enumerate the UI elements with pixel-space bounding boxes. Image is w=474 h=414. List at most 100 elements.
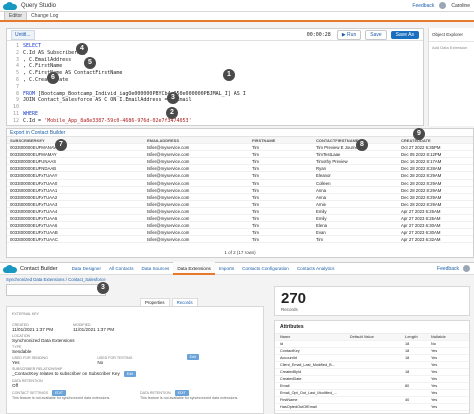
cb-feedback-link[interactable]: Feedback (437, 266, 459, 272)
column-header[interactable]: EMAILADDRESS (144, 137, 249, 143)
table-cell: tsfier@myservice.com (147, 230, 190, 236)
table-row[interactable]: 0033t00000EUFxTUAAY tsfier@myservice.com T… (7, 172, 473, 180)
attribute-column-header[interactable]: Nullable (431, 334, 469, 340)
attribute-row[interactable]: Client_Email_Last_Modified_B... Yes (275, 362, 469, 369)
annotation-badge: 1 (223, 69, 235, 81)
attribute-cell: Email (280, 384, 290, 388)
sql-keyword: WHERE (23, 110, 39, 117)
table-row[interactable]: 0033t00000EUFxTUAA1 tsfier@myservice.com T… (7, 187, 473, 194)
sql-editor[interactable]: 1 SELECT 2 C.Id AS SubscriberKey 3, C.EmailA… (7, 41, 423, 127)
nav-tab-contacts-analytics[interactable]: Contacts Analytics (293, 262, 339, 275)
attribute-row[interactable]: CreatedById 18 Yes (275, 369, 469, 376)
location-value: Synchronized Data Extensions (12, 338, 75, 343)
table-row[interactable]: 0033t00000EUFMAMAY tsfier@myservice.com Ti… (7, 151, 473, 159)
table-row[interactable]: 0033t00000EUFxTUAA4 tsfier@myservice.com T… (7, 208, 473, 216)
data-retention-note: This feature is not available for synchr… (140, 396, 239, 400)
table-cell: Emily (316, 216, 327, 222)
save-button[interactable]: Save (365, 29, 387, 40)
attribute-column-header[interactable]: Default Value (350, 334, 405, 340)
table-cell: tsfier@myservice.com (147, 180, 190, 186)
tab-editor[interactable]: Editor (4, 11, 28, 20)
table-row[interactable]: 0033t00000EUFxTUAAB tsfier@myservice.com T… (7, 229, 473, 237)
column-header[interactable]: FIRSTNAME (249, 137, 313, 143)
attribute-cell (405, 404, 431, 410)
breadcrumb[interactable]: Synchronized Data Extensions / Contact_S… (6, 277, 106, 282)
table-row[interactable]: 0033t00000EUFxTUAA0 tsfier@myservice.com T… (7, 180, 473, 187)
nav-tab-all-contacts[interactable]: All Contacts (105, 262, 138, 275)
attribute-cell (350, 369, 405, 375)
attribute-cell (350, 383, 405, 389)
relationship-edit-button[interactable]: Edit (123, 371, 136, 377)
add-data-extension-link[interactable]: Add Data Extension (429, 42, 474, 53)
table-cell: Anna (316, 187, 327, 193)
sql-keyword: FROM (23, 90, 36, 97)
table-row[interactable]: 0033t00000EUFxTUAA3 tsfier@myservice.com T… (7, 201, 473, 208)
table-cell: Dec 05 2022 8:12PM (401, 152, 442, 158)
contact-settings-note: This feature is not available for synchr… (12, 396, 111, 400)
attribute-row[interactable]: Email 80 Yes (275, 383, 469, 390)
attribute-row[interactable]: Id 18 No (275, 341, 469, 348)
table-row[interactable]: 0033t00000EUFxTUAA5 tsfier@myservice.com T… (7, 215, 473, 223)
table-cell: tsfier@myservice.com (147, 152, 190, 158)
table-cell: 0033t00000EUFxTUAA6 (10, 223, 58, 229)
attribute-row[interactable]: FirstName 40 Yes (275, 397, 469, 404)
annotation-badge: 3 (167, 92, 179, 104)
export-link[interactable]: Export in Contact Builder (7, 129, 473, 137)
line-number: 4 (15, 63, 19, 70)
contact-builder-title: Contact Builder (20, 265, 58, 272)
usage-row: Used for Sending Yes Used for Testing No… (12, 354, 258, 365)
user-name[interactable]: Caroline (451, 3, 470, 9)
attribute-column-header[interactable]: Name (275, 334, 350, 340)
cb-avatar[interactable] (463, 265, 470, 272)
table-row[interactable]: 0033t00000EUFNDAAB tsfier@myservice.com Ti… (7, 165, 473, 173)
line-number: 5 (15, 70, 19, 77)
attribute-cell: CreatedDate (280, 377, 302, 381)
tab-change-log[interactable]: Change Log (27, 12, 62, 20)
attribute-row[interactable]: Email_Opt_Out_Last_Modified_... Yes (275, 390, 469, 397)
table-row[interactable]: 0033t00000EUFxTUAAC tsfier@myservice.com T… (7, 236, 473, 244)
code-line: 5 , C.FirstName AS ContactFirstName (7, 70, 423, 77)
run-label: Run (347, 31, 357, 38)
annotation-badge: 8 (356, 139, 368, 151)
column-header[interactable]: CREATEDDATE (398, 137, 473, 143)
results-grid: Export in Contact Builder SUBSCRIBERKEY E… (6, 128, 474, 258)
used-sending-value: Yes (12, 360, 20, 365)
column-header[interactable]: SUBSCRIBERKEY (7, 137, 144, 143)
attribute-cell: 80 (405, 384, 410, 388)
feedback-link[interactable]: Feedback (412, 3, 434, 9)
query-tab[interactable]: Untitl... (11, 29, 35, 40)
attribute-row[interactable]: CreatedDate Yes (275, 376, 469, 383)
attribute-row[interactable]: AccountId 18 Yes (275, 355, 469, 362)
attribute-cell (350, 404, 405, 410)
avatar[interactable] (439, 2, 447, 9)
table-cell: Tim (252, 152, 259, 158)
save-as-button[interactable]: Save As (390, 30, 419, 39)
run-button[interactable]: ▶ Run (336, 29, 362, 40)
table-cell: 0033t00000EUFMAMAY (10, 152, 57, 158)
usage-edit-button[interactable]: Edit (186, 354, 199, 360)
nav-tab-imports[interactable]: Imports (215, 262, 238, 275)
table-row[interactable]: 0033t00000EUFUNAAS tsfier@myservice.com Ti… (7, 158, 473, 166)
attribute-cell: Yes (431, 405, 438, 409)
table-cell: 0033t00000EUFxTUAA2 (10, 194, 58, 200)
table-cell: Timothy Preview (316, 159, 348, 165)
settings-row: Contact Settings Edit This feature is not… (12, 388, 258, 400)
table-row[interactable]: 0033t00000EUFMANAV tsfier@myservice.com Ti… (7, 144, 473, 152)
table-cell: tsfier@myservice.com (147, 159, 190, 165)
results-pager[interactable]: 1 of 2 (17 rows) (7, 250, 473, 255)
table-row[interactable]: 0033t00000EUFxTUAA6 tsfier@myservice.com T… (7, 222, 473, 230)
table-cell: 0033t00000EUFxTUAAB (10, 230, 58, 236)
table-row[interactable]: 0033t00000EUFxTUAA2 tsfier@myservice.com T… (7, 194, 473, 201)
attribute-row[interactable]: HasOptedOutOfEmail Yes (275, 404, 469, 411)
line-number: 12 (12, 117, 19, 124)
cb-header-actions: Feedback (437, 265, 470, 272)
nav-tab-data-sources[interactable]: Data Sources (138, 262, 174, 275)
attribute-row[interactable]: ContactKey 18 Yes (275, 348, 469, 355)
contact-builder-header: Contact Builder Data Designer All Contact… (0, 262, 474, 275)
nav-tab-data-extensions[interactable]: Data Extensions (173, 262, 215, 275)
attribute-column-header[interactable]: Length (405, 334, 431, 340)
nav-tab-data-designer[interactable]: Data Designer (68, 262, 105, 275)
attribute-cell: ContactKey (280, 349, 300, 353)
nav-tab-contacts-configuration[interactable]: Contacts Configuration (238, 262, 293, 275)
table-cell: Apr 27 2023 6:32AM (401, 237, 441, 243)
